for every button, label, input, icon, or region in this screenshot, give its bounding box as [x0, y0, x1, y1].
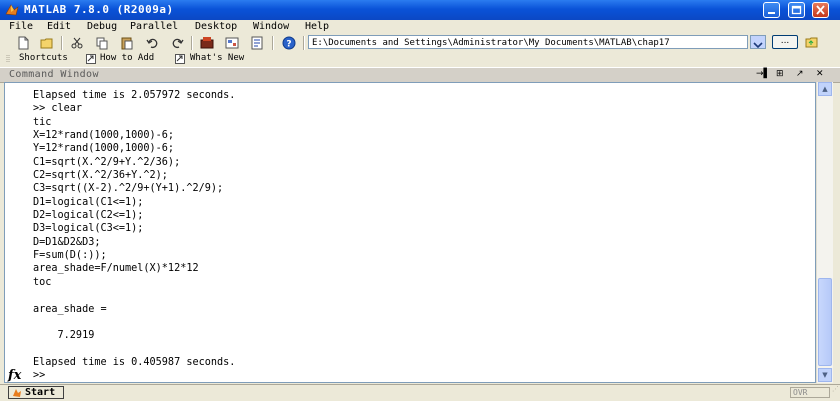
command-line: D3=logical(C3<=1); — [33, 223, 144, 235]
current-folder-dropdown[interactable] — [750, 35, 766, 49]
maximize-button[interactable] — [788, 2, 805, 18]
command-window-title: Command Window — [9, 69, 99, 80]
command-line: 7.2919 — [33, 330, 95, 342]
start-logo-icon — [13, 389, 21, 397]
command-line: >> — [33, 370, 52, 382]
scroll-down-icon[interactable]: ▼ — [818, 368, 832, 382]
copy-icon[interactable] — [95, 36, 109, 50]
shortcut-icon — [86, 54, 96, 64]
folder-up-icon[interactable] — [805, 36, 819, 48]
command-window[interactable]: Elapsed time is 2.057972 seconds. >> clea… — [4, 82, 816, 383]
simulink-icon[interactable] — [200, 36, 214, 50]
window-title: MATLAB 7.8.0 (R2009a) — [24, 3, 174, 16]
status-bar: Start OVR ⋰ — [0, 384, 840, 401]
current-folder-input[interactable]: E:\Documents and Settings\Administrator\… — [308, 35, 748, 49]
command-line: C2=sqrt(X.^2/36+Y.^2); — [33, 170, 168, 182]
shortcuts-bar: Shortcuts How to Add What's New — [0, 52, 840, 66]
menu-window[interactable]: Window — [253, 21, 289, 32]
menu-bar: File Edit Debug Parallel Desktop Window … — [0, 20, 840, 34]
command-line — [33, 343, 235, 356]
command-line: toc — [33, 276, 52, 288]
scroll-up-icon[interactable]: ▲ — [818, 82, 832, 96]
command-output: Elapsed time is 2.057972 seconds. >> clea… — [33, 89, 236, 382]
vertical-scrollbar[interactable]: ▲ ▼ — [816, 82, 833, 383]
browse-folder-button[interactable]: ... — [772, 35, 798, 49]
maximize-icon — [791, 5, 802, 15]
fx-icon[interactable]: fx — [8, 368, 21, 382]
menu-edit[interactable]: Edit — [47, 21, 71, 32]
command-line — [33, 289, 235, 302]
menu-file[interactable]: File — [9, 21, 33, 32]
redo-icon[interactable] — [170, 36, 184, 50]
minimize-icon — [768, 12, 775, 14]
start-button[interactable]: Start — [8, 386, 64, 399]
close-panel-icon[interactable]: ✕ — [816, 69, 824, 79]
command-line: D=D1&D2&D3; — [33, 236, 101, 248]
toolbar-separator — [191, 36, 193, 50]
start-label: Start — [25, 387, 56, 398]
menu-debug[interactable]: Debug — [87, 21, 117, 32]
command-line: tic — [33, 116, 52, 128]
undock-icon[interactable]: ⊞ — [776, 69, 784, 79]
scroll-thumb[interactable] — [818, 278, 832, 366]
shortcut-how-to-add[interactable]: How to Add — [100, 53, 154, 63]
title-bar: MATLAB 7.8.0 (R2009a) — [0, 0, 840, 20]
command-line: C3=sqrt((X-2).^2/9+(Y+1).^2/9); — [33, 183, 224, 195]
paste-icon[interactable] — [120, 36, 134, 50]
command-line: Elapsed time is 2.057972 seconds. — [33, 90, 236, 101]
command-window-header: Command Window →▌ ⊞ ↗ ✕ — [0, 67, 840, 83]
window-actions-icon[interactable]: →▌ — [756, 69, 770, 79]
open-folder-icon[interactable] — [40, 36, 54, 50]
guide-icon[interactable] — [225, 36, 239, 50]
shortcuts-label[interactable]: Shortcuts — [19, 53, 68, 63]
resize-grip-icon[interactable]: ⋰ — [832, 385, 840, 401]
svg-text:?: ? — [286, 40, 291, 50]
close-icon — [816, 5, 825, 15]
help-icon[interactable]: ? — [282, 36, 296, 50]
dock-arrow-icon[interactable]: ↗ — [796, 69, 804, 79]
profiler-icon[interactable] — [250, 36, 264, 50]
shortcut-icon — [175, 54, 185, 64]
undo-icon[interactable] — [146, 36, 160, 50]
ovr-indicator: OVR — [790, 387, 830, 398]
new-file-icon[interactable] — [16, 36, 30, 50]
command-line — [33, 316, 235, 329]
command-line: D1=logical(C1<=1); — [33, 196, 144, 208]
menu-parallel[interactable]: Parallel — [130, 21, 178, 32]
toolbar-separator — [61, 36, 63, 50]
command-line: C1=sqrt(X.^2/9+Y.^2/36); — [33, 156, 181, 168]
command-line: Elapsed time is 0.405987 seconds. — [33, 356, 236, 368]
command-line: area_shade=F/numel(X)*12*12 — [33, 263, 199, 275]
minimize-button[interactable] — [763, 2, 780, 18]
matlab-logo-icon — [5, 4, 19, 16]
menu-help[interactable]: Help — [305, 21, 329, 32]
command-line: F=sum(D(:)); — [33, 250, 107, 262]
close-button[interactable] — [812, 2, 829, 18]
grip-icon — [6, 55, 10, 63]
command-line: D2=logical(C2<=1); — [33, 210, 144, 222]
command-line: X=12*rand(1000,1000)-6; — [33, 130, 175, 142]
command-line: area_shade = — [33, 303, 107, 315]
chevron-down-icon — [753, 42, 763, 49]
menu-desktop[interactable]: Desktop — [195, 21, 237, 32]
toolbar-separator — [303, 36, 305, 50]
command-line: Y=12*rand(1000,1000)-6; — [33, 143, 175, 155]
command-line: >> clear — [33, 103, 83, 115]
cut-icon[interactable] — [70, 36, 84, 50]
toolbar-separator — [272, 36, 274, 50]
shortcut-whats-new[interactable]: What's New — [190, 53, 244, 63]
